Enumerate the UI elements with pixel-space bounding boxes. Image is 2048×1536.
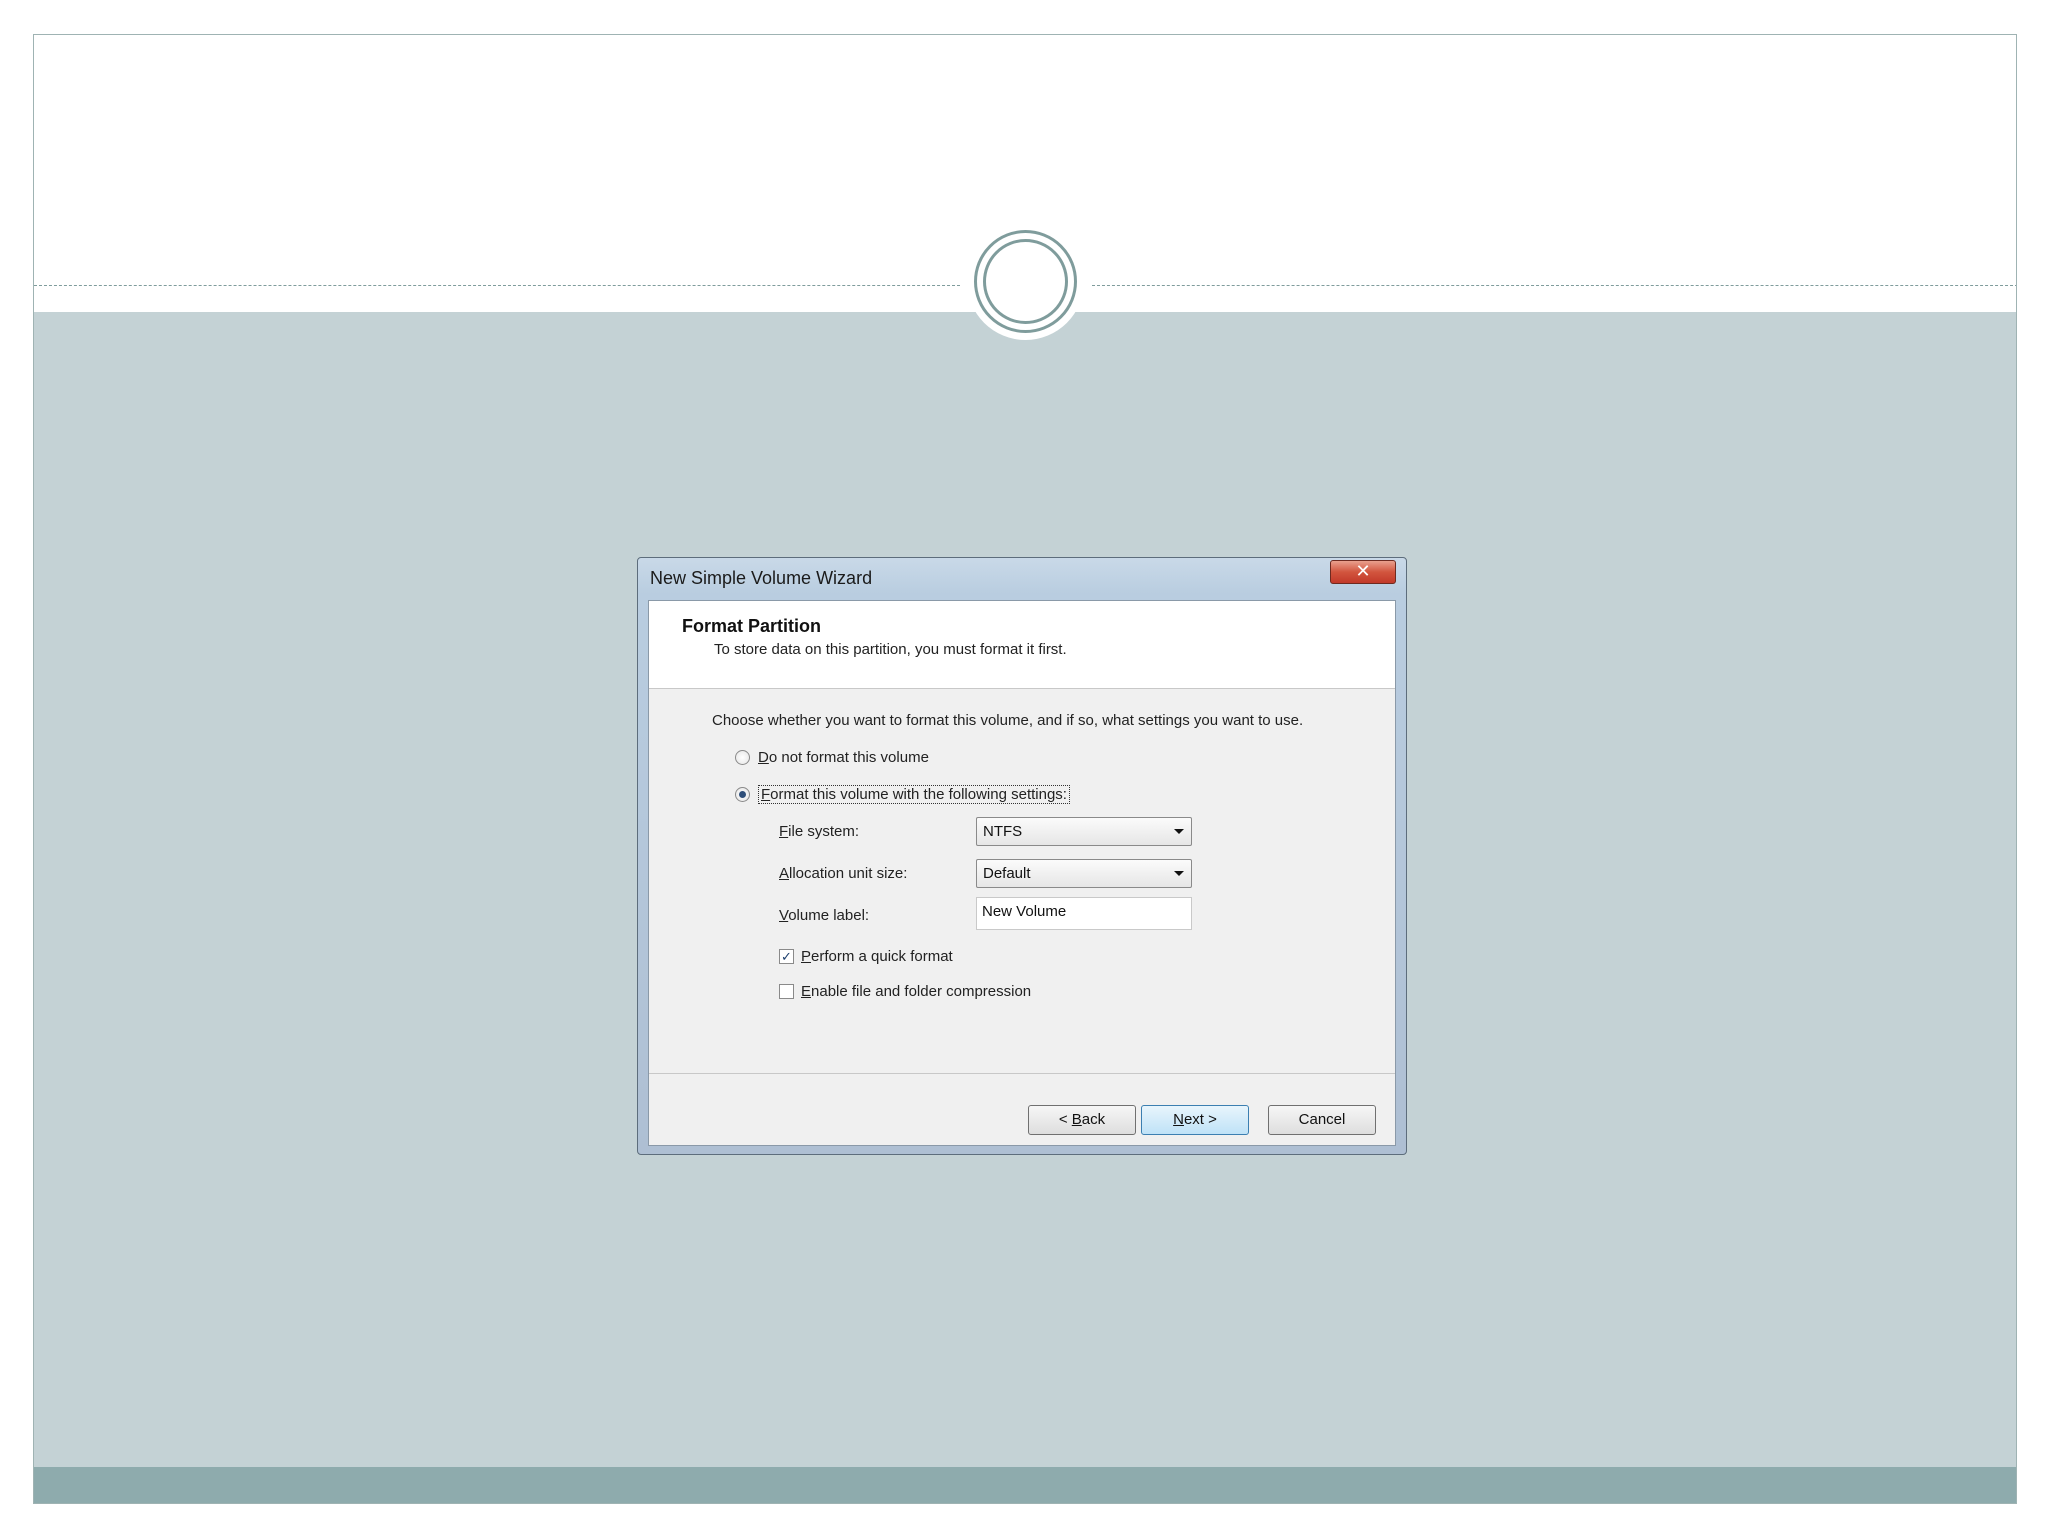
label-rest: ack bbox=[1081, 1111, 1106, 1128]
wizard-page-subtitle: To store data on this partition, you mus… bbox=[714, 641, 1067, 658]
circle-ornament-icon bbox=[967, 223, 1084, 340]
volume-label-input[interactable]: New Volume bbox=[976, 897, 1192, 930]
label-rest: llocation unit size: bbox=[789, 865, 908, 882]
back-prefix: < bbox=[1058, 1111, 1072, 1128]
quick-format-checkbox-row[interactable]: ✓ Perform a quick format bbox=[779, 948, 953, 965]
close-icon: ✕ bbox=[1355, 561, 1371, 581]
label-rest: ext > bbox=[1183, 1111, 1217, 1128]
button-area-separator bbox=[649, 1073, 1395, 1074]
file-system-dropdown[interactable]: NTFS bbox=[976, 817, 1192, 846]
dashed-divider-right bbox=[1092, 285, 2016, 286]
wizard-page-title: Format Partition bbox=[682, 616, 822, 636]
label-rest: erform a quick format bbox=[811, 948, 953, 965]
mnemonic-e: E bbox=[801, 983, 812, 1000]
next-button[interactable]: Next > bbox=[1141, 1105, 1249, 1135]
file-system-label: File system: bbox=[779, 823, 859, 840]
dropdown-arrow-icon bbox=[1174, 871, 1184, 876]
dropdown-arrow-icon bbox=[1174, 829, 1184, 834]
dialog-client-area: Format Partition To store data on this p… bbox=[648, 600, 1396, 1146]
ring-outer bbox=[974, 230, 1077, 333]
mnemonic-f: F bbox=[779, 823, 789, 840]
quick-format-label: Perform a quick format bbox=[801, 948, 953, 965]
back-button[interactable]: < Back bbox=[1028, 1105, 1136, 1135]
dialog-titlebar[interactable]: New Simple Volume Wizard ✕ bbox=[638, 558, 1406, 598]
compression-checkbox-row[interactable]: Enable file and folder compression bbox=[779, 983, 1031, 1000]
mnemonic-v: V bbox=[779, 907, 789, 924]
wizard-header: Format Partition To store data on this p… bbox=[649, 601, 1395, 689]
label-rest: ile system: bbox=[788, 823, 860, 840]
label-rest: nable file and folder compression bbox=[811, 983, 1032, 1000]
radio-do-not-format-label: Do not format this volume bbox=[758, 749, 929, 766]
mnemonic-f: F bbox=[761, 786, 771, 803]
instruction-text: Choose whether you want to format this v… bbox=[712, 712, 1304, 729]
ring-inner bbox=[983, 239, 1068, 324]
allocation-unit-size-dropdown[interactable]: Default bbox=[976, 859, 1192, 888]
allocation-unit-size-label: Allocation unit size: bbox=[779, 865, 907, 882]
radio-button-unchecked[interactable] bbox=[735, 750, 750, 765]
compression-checkbox[interactable] bbox=[779, 984, 794, 999]
slide-footer-band bbox=[34, 1467, 2016, 1503]
dashed-divider-left bbox=[34, 285, 960, 286]
label-rest: olume label: bbox=[788, 907, 870, 924]
new-simple-volume-wizard-dialog: New Simple Volume Wizard ✕ Format Partit… bbox=[637, 557, 1407, 1155]
file-system-value: NTFS bbox=[983, 823, 1023, 840]
cancel-button[interactable]: Cancel bbox=[1268, 1105, 1376, 1135]
close-button[interactable]: ✕ bbox=[1330, 560, 1396, 584]
mnemonic-d: D bbox=[758, 749, 769, 766]
mnemonic-p: P bbox=[801, 948, 812, 965]
compression-label: Enable file and folder compression bbox=[801, 983, 1031, 1000]
radio-format-volume[interactable]: Format this volume with the following se… bbox=[735, 785, 1070, 804]
volume-label-value: New Volume bbox=[982, 903, 1067, 920]
label-rest: ormat this volume with the following set… bbox=[770, 786, 1067, 803]
mnemonic-b: B bbox=[1071, 1111, 1082, 1128]
volume-label-label: Volume label: bbox=[779, 907, 869, 924]
quick-format-checkbox[interactable]: ✓ bbox=[779, 949, 794, 964]
dialog-title: New Simple Volume Wizard bbox=[650, 568, 873, 588]
radio-do-not-format[interactable]: Do not format this volume bbox=[735, 749, 929, 766]
mnemonic-n: N bbox=[1173, 1111, 1184, 1128]
label-rest: o not format this volume bbox=[768, 749, 929, 766]
radio-format-volume-label: Format this volume with the following se… bbox=[758, 785, 1070, 804]
radio-button-checked[interactable] bbox=[735, 787, 750, 802]
mnemonic-a: A bbox=[779, 865, 790, 882]
allocation-unit-size-value: Default bbox=[983, 865, 1031, 882]
